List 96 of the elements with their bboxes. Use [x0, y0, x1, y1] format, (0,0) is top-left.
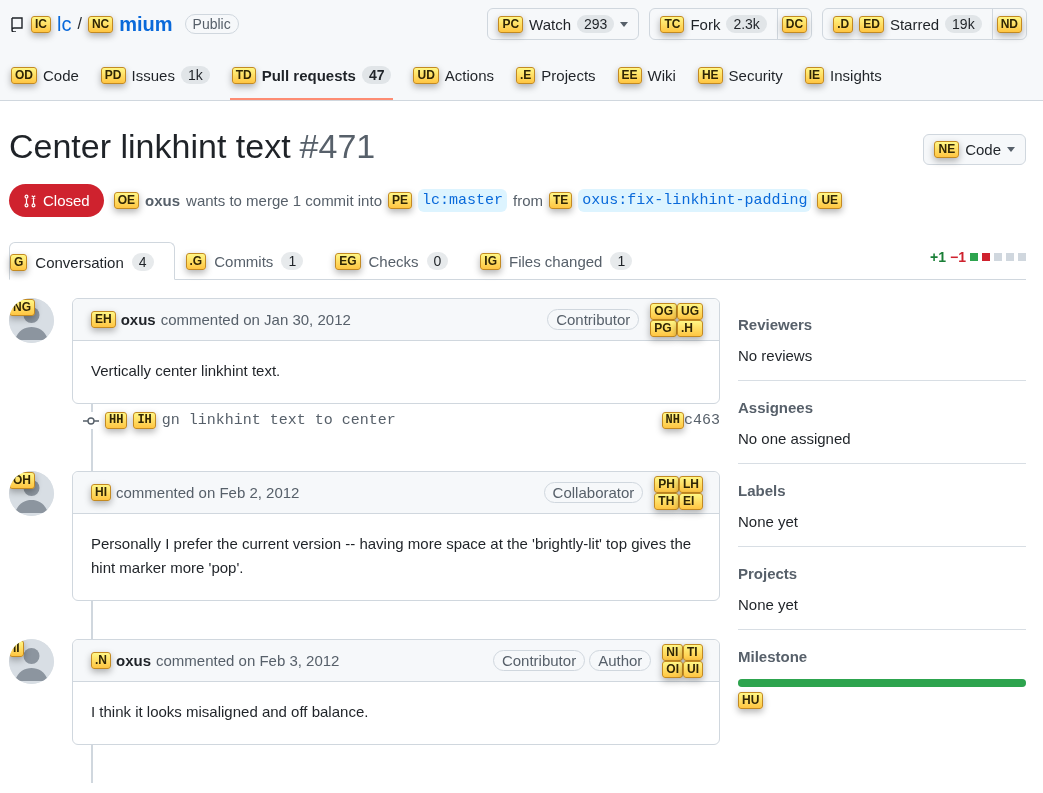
nav-tab[interactable]: IE Insights — [802, 62, 884, 100]
path-separator: / — [77, 15, 82, 33]
nav-tab[interactable]: EE Wiki — [615, 62, 678, 100]
nav-tab[interactable]: UD Actions — [411, 62, 496, 100]
link-hint: OI — [662, 660, 683, 678]
state-badge: Closed — [9, 184, 104, 217]
link-hint: PG — [650, 319, 677, 337]
link-hint: .G — [185, 252, 207, 270]
sidebar-heading[interactable]: Milestone — [738, 648, 1026, 665]
repo-action-button[interactable]: .D ED Starred 19k ND — [822, 8, 1027, 40]
link-hint: G — [10, 253, 28, 271]
sidebar-heading[interactable]: Projects — [738, 565, 1026, 582]
link-hint: OD — [11, 66, 37, 84]
additions-count: +1 — [930, 249, 947, 265]
link-hint: UG — [677, 302, 703, 320]
repo-owner-link[interactable]: lc — [57, 12, 72, 36]
link-hint: .N — [91, 652, 111, 669]
comment-date[interactable]: commented on Feb 3, 2012 — [156, 652, 340, 669]
nav-tab[interactable]: OD Code — [9, 62, 81, 100]
pr-tab[interactable]: EG Checks 0 — [334, 241, 470, 279]
link-hint: IH — [133, 412, 156, 429]
comment-author[interactable]: oxus — [120, 311, 156, 328]
nav-tab[interactable]: PD Issues 1k — [98, 62, 212, 100]
link-hint: IG — [480, 252, 501, 270]
link-hint: ED — [859, 15, 884, 33]
comment-author[interactable]: oxus — [116, 652, 151, 669]
link-hint: TI — [683, 643, 703, 661]
comment-date[interactable]: commented on Feb 2, 2012 — [116, 484, 300, 501]
caret-icon — [620, 21, 629, 27]
from-text: from — [513, 192, 543, 209]
avatar-icon — [9, 639, 54, 684]
deletions-count: −1 — [950, 249, 966, 265]
link-hint: .E — [516, 66, 536, 84]
link-hint: PC — [498, 15, 524, 33]
repo-icon — [9, 16, 25, 32]
commit-sha[interactable]: c463 — [684, 412, 720, 429]
link-hint: EE — [617, 66, 642, 84]
link-hint: UI — [683, 660, 703, 678]
link-hint: TC — [660, 15, 685, 33]
pr-tab[interactable]: IG Files changed 1 — [479, 241, 654, 279]
repo-name-link[interactable]: mium — [119, 12, 173, 36]
link-hint: UE — [817, 192, 843, 209]
link-hint: IE — [804, 66, 825, 84]
author-link[interactable]: oxus — [145, 192, 181, 209]
commit-message[interactable]: gn linkhint text to center — [161, 412, 396, 429]
link-hint: EI — [679, 492, 703, 510]
comment-body: Vertically center linkhint text. — [90, 361, 282, 381]
link-hint: NH — [661, 412, 684, 429]
sidebar-heading[interactable]: Assignees — [738, 399, 1026, 416]
link-hint: HE — [697, 66, 723, 84]
link-hint: PD — [100, 66, 126, 84]
link-hint: .D — [833, 15, 854, 33]
link-hint: HH — [105, 412, 128, 429]
link-hint: TE — [549, 192, 573, 209]
link-hint: OE — [113, 192, 140, 209]
pr-title: Center linkhint text #471 — [9, 127, 376, 166]
link-hint: TH — [654, 492, 679, 510]
caret-icon — [1007, 147, 1015, 152]
link-hint: EG — [335, 252, 361, 270]
sidebar-value: No one assigned — [738, 430, 852, 447]
link-hint: IC — [31, 15, 51, 33]
sidebar-heading[interactable]: Labels — [738, 482, 1026, 499]
link-hint: NC — [87, 15, 114, 33]
nav-tab[interactable]: .E Projects — [514, 62, 598, 100]
comment-body: Personally I prefer the current version -- having more space at the 'brightly-lit' top gives the hint marker more 'pop'. — [90, 534, 693, 578]
pull-request-icon — [23, 193, 37, 208]
link-hint: EH — [91, 311, 116, 328]
link-hint: PH — [654, 475, 679, 493]
code-button[interactable]: NE Code — [923, 134, 1026, 165]
comment-body: I think it looks misaligned and off balance. — [90, 702, 370, 722]
pr-tab[interactable]: G Conversation 4 — [9, 242, 175, 280]
link-hint: OG — [650, 302, 677, 320]
nav-tab[interactable]: TD Pull requests 47 — [229, 62, 394, 100]
comment-date[interactable]: commented on Jan 30, 2012 — [160, 311, 351, 328]
pr-tab[interactable]: .G Commits 1 — [184, 241, 325, 279]
nav-tab[interactable]: HE Security — [695, 62, 785, 100]
repo-action-button[interactable]: PC Watch 293 — [487, 8, 640, 40]
link-hint: LH — [679, 475, 703, 493]
sidebar-heading[interactable]: Reviewers — [738, 316, 1026, 333]
link-hint: HI — [91, 484, 111, 501]
repo-action-button[interactable]: TC Fork 2.3k DC — [649, 8, 813, 40]
sidebar-value: None yet — [738, 513, 800, 530]
base-branch[interactable]: lc:master — [418, 189, 507, 212]
link-hint: NI — [662, 643, 683, 661]
merge-text: wants to merge 1 commit into — [186, 192, 382, 209]
link-hint: NE — [934, 141, 960, 158]
sidebar-value: None yet — [738, 596, 800, 613]
link-hint: UD — [413, 66, 439, 84]
link-hint: PE — [388, 192, 412, 209]
head-branch[interactable]: oxus:fix-linkhint-padding — [578, 189, 812, 212]
link-hint: TD — [231, 66, 256, 84]
link-hint: .H — [677, 319, 703, 337]
link-hint: HU — [738, 692, 764, 710]
link-hint: DC — [781, 15, 808, 33]
sidebar-value: No reviews — [738, 347, 814, 364]
link-hint: ND — [996, 15, 1022, 33]
